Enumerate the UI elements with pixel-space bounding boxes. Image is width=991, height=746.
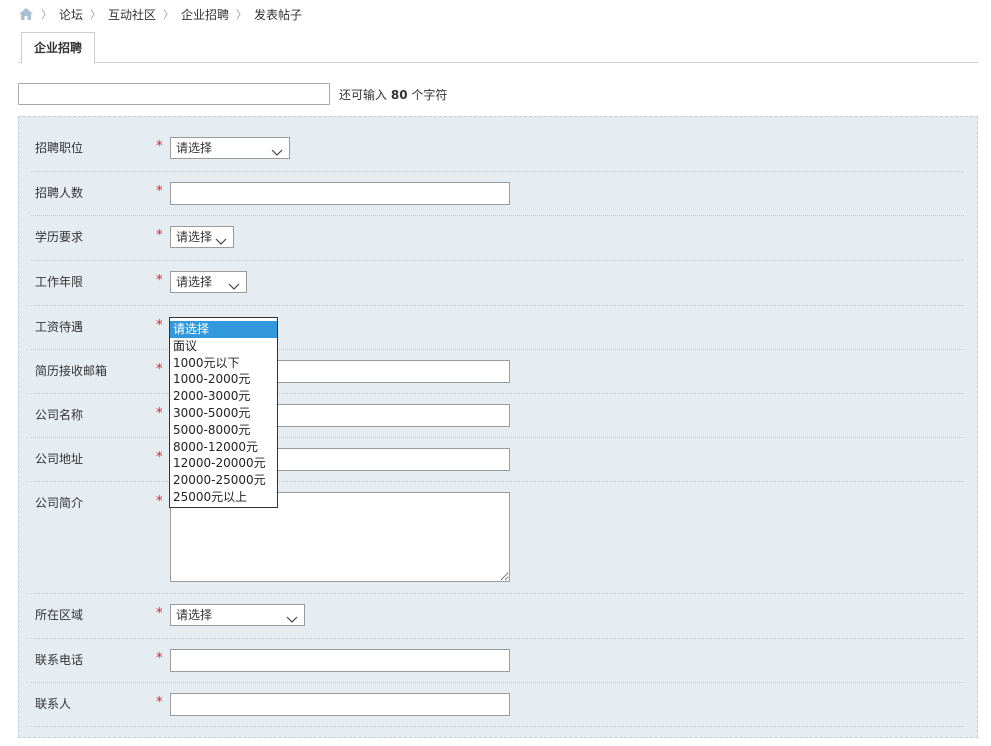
required-mark: * [156,273,163,288]
required-mark: * [156,139,163,154]
salary-dropdown-list[interactable]: 请选择 面议 1000元以下 1000-2000元 2000-3000元 300… [169,317,278,508]
post-title-input[interactable] [18,83,330,105]
salary-option[interactable]: 3000-5000元 [170,405,277,422]
experience-select[interactable]: 请选择 [170,271,247,293]
salary-option[interactable]: 5000-8000元 [170,422,277,439]
recruitment-form: 招聘职位 * 请选择 招聘人数 * 学历要求 * 请选择 工作年限 * 请选择 … [18,116,978,738]
field-label: 工资待遇 [35,320,84,334]
field-label: 简历接收邮箱 [35,364,108,378]
chevron-down-icon [286,610,298,623]
field-label: 公司名称 [35,408,84,422]
select-value: 请选择 [176,275,213,289]
required-mark: * [156,184,163,199]
field-label: 联系人 [35,697,72,711]
breadcrumb-community[interactable]: 互动社区 [108,6,156,23]
form-row-experience: 工作年限 * 请选择 [31,260,964,306]
title-row: 还可输入 80 个字符 [18,83,447,105]
required-mark: * [156,362,163,377]
select-value: 请选择 [176,141,213,155]
field-label: 所在区域 [35,608,84,622]
breadcrumb: 〉 论坛 〉 互动社区 〉 企业招聘 〉 发表帖子 [18,4,302,24]
breadcrumb-separator: 〉 [41,8,52,21]
breadcrumb-separator: 〉 [90,8,102,21]
tab-bar: 企业招聘 [18,32,978,64]
headcount-input[interactable] [170,182,510,205]
required-mark: * [156,318,163,333]
salary-option[interactable]: 8000-12000元 [170,439,277,456]
contact-input[interactable] [170,693,510,716]
required-mark: * [156,651,163,666]
field-label: 招聘人数 [35,186,84,200]
form-row-region: 所在区域 * 请选择 [31,593,964,639]
field-label: 联系电话 [35,653,84,667]
select-value: 请选择 [176,608,213,622]
field-label: 公司简介 [35,496,84,510]
salary-option[interactable]: 25000元以上 [170,489,277,506]
chevron-down-icon [228,277,240,290]
required-mark: * [156,695,163,710]
tab-recruitment[interactable]: 企业招聘 [21,32,96,64]
form-row-contact: 联系人 * [31,682,964,727]
salary-option[interactable]: 面议 [170,338,277,355]
select-value: 请选择 [176,230,213,244]
breadcrumb-forum[interactable]: 论坛 [59,6,83,23]
region-select[interactable]: 请选择 [170,604,305,626]
required-mark: * [156,406,163,421]
position-select[interactable]: 请选择 [170,137,290,159]
field-label: 工作年限 [35,275,84,289]
home-icon[interactable] [18,6,34,22]
phone-input[interactable] [170,649,510,672]
breadcrumb-post: 发表帖子 [254,7,303,22]
breadcrumb-separator: 〉 [236,8,248,21]
required-mark: * [156,606,163,621]
char-remaining-text: 还可输入 80 个字符 [339,87,448,102]
field-label: 公司地址 [35,452,84,466]
salary-option[interactable]: 2000-3000元 [170,388,277,405]
chevron-down-icon [271,143,283,156]
education-select[interactable]: 请选择 [170,226,234,248]
required-mark: * [156,494,163,509]
salary-option[interactable]: 12000-20000元 [170,455,277,472]
required-mark: * [156,450,163,465]
field-label: 学历要求 [35,230,84,244]
form-row-position: 招聘职位 * 请选择 [31,117,964,172]
breadcrumb-separator: 〉 [163,8,175,21]
salary-option[interactable]: 1000-2000元 [170,371,277,388]
salary-option[interactable]: 1000元以下 [170,355,277,372]
char-remaining-count: 80 [390,87,408,102]
field-label: 招聘职位 [35,141,84,155]
salary-option[interactable]: 20000-25000元 [170,472,277,489]
chevron-down-icon [215,232,227,245]
form-row-education: 学历要求 * 请选择 [31,215,964,261]
form-row-phone: 联系电话 * [31,638,964,683]
form-row-headcount: 招聘人数 * [31,171,964,216]
salary-option[interactable]: 请选择 [170,321,277,338]
breadcrumb-recruitment[interactable]: 企业招聘 [181,6,229,23]
required-mark: * [156,228,163,243]
